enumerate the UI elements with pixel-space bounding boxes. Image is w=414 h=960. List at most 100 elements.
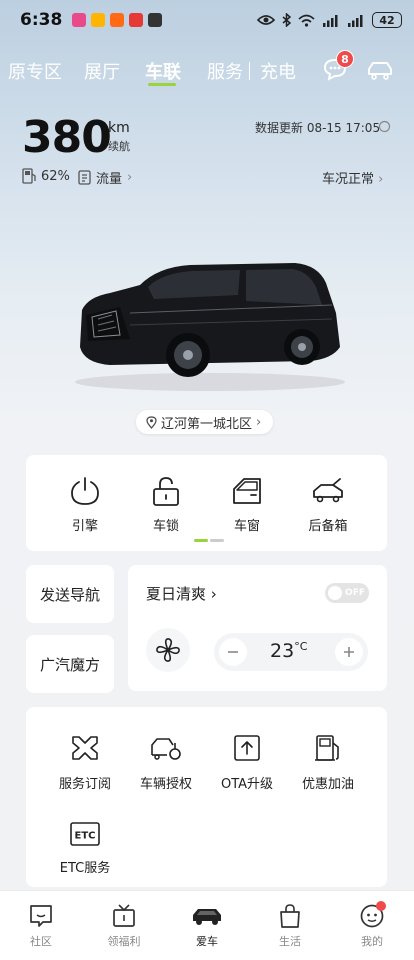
temp-decrease-button[interactable] [219, 638, 247, 666]
page-indicator [194, 539, 224, 542]
tab-connected-car[interactable]: 车联 [145, 58, 181, 84]
service-subscription[interactable]: 服务订阅 [41, 733, 129, 792]
send-navigation-button[interactable]: 发送导航 [26, 565, 114, 623]
car-status[interactable]: 车况正常 › [322, 168, 383, 187]
nav-my-car[interactable]: 爱车 [177, 903, 237, 949]
active-tab-indicator [148, 83, 176, 86]
subscription-label: 服务订阅 [58, 777, 111, 792]
nav-community[interactable]: 社区 [11, 903, 71, 949]
page-dot-active [194, 539, 208, 542]
window-control[interactable]: 车窗 [212, 475, 282, 534]
top-tabs: 原专区 展厅 车联 服务 充电 8 [0, 50, 414, 94]
traffic-stat[interactable]: 流量 › [78, 168, 132, 187]
etc-label: ETC服务 [59, 861, 111, 876]
lock-label: 车锁 [152, 519, 179, 534]
vehicle-image [75, 263, 345, 391]
fan-button[interactable] [146, 628, 190, 672]
fuel-discount-label: 优惠加油 [301, 777, 354, 792]
ota-upgrade-label: OTA升级 [220, 777, 274, 792]
chevron-right-icon: › [256, 414, 262, 430]
vehicle-auth-label: 车辆授权 [139, 777, 192, 792]
trunk-icon [313, 478, 343, 503]
climate-mode[interactable]: 夏日清爽 › [146, 583, 217, 604]
nav-profile-label: 我的 [361, 935, 383, 948]
nav-benefits-label: 领福利 [107, 935, 141, 948]
location-pin-icon [146, 415, 157, 429]
tab-divider [249, 62, 250, 80]
shopping-bag-icon [280, 904, 300, 928]
notification-dot [376, 901, 386, 911]
engine-label: 引擎 [71, 519, 98, 534]
range-value: 380 [22, 112, 112, 163]
app-icon-2 [91, 13, 106, 27]
chevron-right-icon: › [378, 172, 384, 187]
nav-life-label: 生活 [279, 935, 301, 948]
service-fuel-discount[interactable]: 优惠加油 [284, 733, 372, 792]
location-name: 辽河第一城北区 [161, 416, 253, 432]
eye-icon [257, 15, 275, 25]
climate-toggle[interactable]: OFF [325, 583, 369, 603]
nav-benefits[interactable]: 领福利 [94, 903, 154, 949]
status-bar: 6:38 42 [0, 0, 414, 40]
range-unit: km [108, 120, 130, 136]
fuel-level-stat: 62% [22, 168, 70, 184]
bottom-navigation: 社区 领福利 爱车 生活 我的 [0, 890, 414, 960]
subscription-icon [72, 736, 98, 760]
signal-icon-1 [323, 14, 338, 27]
car-switch-icon[interactable] [366, 58, 394, 82]
app-icon-5 [148, 13, 163, 27]
nav-my-car-label: 爱车 [196, 935, 218, 948]
app-icon-4 [129, 13, 144, 27]
fuel-percent: 62% [41, 168, 70, 184]
signal-icon-2 [348, 14, 363, 27]
temperature-unit: °C [294, 640, 308, 653]
community-icon [30, 905, 52, 927]
window-label: 车窗 [233, 519, 260, 534]
temperature-control: 23°C [214, 633, 368, 671]
fan-icon [156, 638, 180, 662]
etc-icon-text: ETC [75, 831, 96, 842]
refresh-icon[interactable] [378, 120, 391, 133]
range-label: 续航 [108, 140, 130, 153]
tab-showroom[interactable]: 展厅 [84, 58, 120, 84]
car-status-text: 车况正常 [322, 172, 375, 187]
temp-increase-button[interactable] [335, 638, 363, 666]
climate-mode-title: 夏日清爽 [146, 585, 207, 603]
trunk-label: 后备箱 [308, 519, 348, 534]
engine-control[interactable]: 引擎 [50, 475, 120, 534]
temperature-value: 23 [270, 640, 295, 662]
magic-cube-button[interactable]: 广汽魔方 [26, 635, 114, 693]
lock-control[interactable]: 车锁 [131, 475, 201, 534]
toggle-knob [328, 586, 342, 600]
ota-upgrade-icon [234, 735, 260, 761]
tab-service[interactable]: 服务 [207, 58, 243, 84]
temperature-display: 23°C [270, 640, 307, 662]
location-pill[interactable]: 辽河第一城北区 › [136, 410, 274, 434]
services-card: 服务订阅 车辆授权 OTA升级 优惠加油 ETC ETC服务 [26, 707, 387, 887]
nav-community-label: 社区 [30, 935, 52, 948]
toggle-text: OFF [345, 588, 365, 598]
tab-area[interactable]: 原专区 [8, 58, 62, 84]
fuel-pump-icon [315, 735, 339, 761]
page-dot [210, 539, 224, 542]
minus-icon [228, 651, 238, 653]
car-icon [193, 909, 221, 925]
gift-tv-icon [113, 904, 135, 927]
remote-control-card: 引擎 车锁 车窗 后备箱 [26, 455, 387, 551]
lock-icon [153, 477, 179, 506]
trunk-control[interactable]: 后备箱 [293, 475, 363, 534]
fuel-gauge-icon [22, 168, 36, 184]
status-app-icons [72, 13, 163, 27]
service-vehicle-auth[interactable]: 车辆授权 [122, 733, 210, 792]
data-update-time: 数据更新 08-15 17:05 [255, 121, 381, 135]
power-icon [71, 477, 99, 505]
nav-life[interactable]: 生活 [260, 903, 320, 949]
nav-profile[interactable]: 我的 [342, 903, 402, 949]
service-ota-upgrade[interactable]: OTA升级 [203, 733, 291, 792]
chevron-right-icon: › [127, 170, 133, 185]
document-icon [78, 170, 91, 185]
etc-icon: ETC [70, 822, 100, 846]
bluetooth-icon [282, 13, 291, 27]
tab-charging[interactable]: 充电 [260, 58, 296, 84]
service-etc[interactable]: ETC ETC服务 [41, 821, 129, 876]
